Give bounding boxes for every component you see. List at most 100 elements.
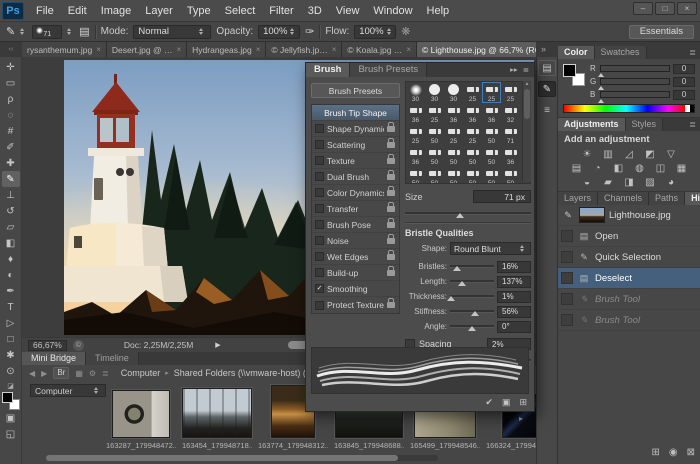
shape-select[interactable]: Round Blunt xyxy=(450,242,531,255)
lock-icon[interactable] xyxy=(387,206,395,212)
brush-tip-cell[interactable]: 50 xyxy=(482,166,501,184)
slider-value-field[interactable]: 16% xyxy=(497,261,531,273)
channel-value-field[interactable]: 0 xyxy=(673,64,695,74)
thumbnail-image[interactable] xyxy=(112,390,170,438)
exposure-icon[interactable]: ◩ xyxy=(642,148,659,161)
history-state-deselect[interactable]: ▤ Deselect xyxy=(558,268,700,289)
close-button[interactable]: × xyxy=(677,2,697,15)
collapsed-panel-icon[interactable]: ▤ xyxy=(538,60,556,76)
settings-gear-icon[interactable]: ⚙ xyxy=(89,369,96,378)
clone-stamp-tool[interactable]: ⊥ xyxy=(2,187,20,203)
brush-tool[interactable]: ✎ xyxy=(2,171,20,187)
breadcrumb-item[interactable]: Shared Folders (\\vmware-host) (Z:)▸ xyxy=(174,368,326,378)
channel-slider-track[interactable] xyxy=(600,91,670,98)
flow-field[interactable]: 100% xyxy=(354,25,396,39)
brush-tip-cell[interactable]: 50 xyxy=(463,166,482,184)
brush-tip-cell[interactable]: 25 xyxy=(501,82,520,103)
brush-tip-cell[interactable]: 50 xyxy=(406,166,425,184)
brush-option-dual-brush[interactable]: Dual Brush xyxy=(312,169,399,185)
new-document-from-state-icon[interactable]: ⊞ xyxy=(651,447,659,458)
brush-option-scattering[interactable]: Scattering xyxy=(312,137,399,153)
opacity-field[interactable]: 100% xyxy=(258,25,300,39)
brush-tip-cell[interactable]: 25 xyxy=(463,124,482,145)
color-spectrum-ramp[interactable] xyxy=(563,104,695,113)
bridge-thumbnail[interactable]: 163287_179948472... xyxy=(106,390,176,450)
channel-value-field[interactable]: 0 xyxy=(673,90,695,100)
document-tab[interactable]: © Lighthouse.jpg @ 66,7% (RGB/8#) * × xyxy=(417,42,536,57)
panel-tab[interactable]: Channels xyxy=(598,192,649,205)
lock-icon[interactable] xyxy=(387,302,395,308)
brush-tip-cell[interactable]: 25 xyxy=(444,124,463,145)
brush-option-texture[interactable]: Texture xyxy=(312,153,399,169)
location-dropdown[interactable]: Computer xyxy=(30,384,106,397)
back-icon[interactable]: ◀ xyxy=(29,369,35,378)
checkbox[interactable] xyxy=(315,156,324,165)
brush-option-protect-texture[interactable]: Protect Texture xyxy=(312,297,399,313)
toggle-brush-panel-icon[interactable]: ▤ xyxy=(79,25,89,38)
menu-item[interactable]: Edit xyxy=(61,0,94,22)
threshold-icon[interactable]: ◨ xyxy=(621,176,638,189)
menu-item[interactable]: Help xyxy=(420,0,457,22)
panel-menu-icon[interactable]: ≣ xyxy=(689,118,700,131)
close-tab-icon[interactable]: × xyxy=(406,45,411,54)
slider-value-field[interactable]: 0° xyxy=(497,321,531,333)
shape-tool[interactable]: □ xyxy=(2,331,20,347)
menu-item[interactable]: File xyxy=(29,0,61,22)
panel-menu-icon[interactable]: ≣ xyxy=(689,46,700,59)
panel-menu-icon[interactable]: ≣ xyxy=(523,63,529,77)
checkbox[interactable] xyxy=(315,284,324,293)
close-tab-icon[interactable]: × xyxy=(176,45,181,54)
panel-tab[interactable]: Layers xyxy=(558,192,598,205)
brush-tip-shape-item[interactable]: Brush Tip Shape xyxy=(312,105,399,121)
scroll-right-icon[interactable]: ▸ xyxy=(519,414,523,423)
zoom-tool[interactable]: ⊙ xyxy=(2,363,20,379)
slider-thumb[interactable] xyxy=(598,70,604,77)
brush-tip-cell[interactable]: 50 xyxy=(482,124,501,145)
history-source-well[interactable] xyxy=(561,230,573,242)
slider-track[interactable] xyxy=(450,265,494,268)
slider-thumb[interactable] xyxy=(458,277,466,286)
lock-icon[interactable] xyxy=(387,142,395,148)
tab-overflow-icon[interactable]: » xyxy=(536,42,551,57)
brush-option-build-up[interactable]: Build-up xyxy=(312,265,399,281)
brush-option-smoothing[interactable]: Smoothing xyxy=(312,281,399,297)
brush-tip-cell[interactable]: 50 xyxy=(425,145,444,166)
lock-icon[interactable] xyxy=(387,222,395,228)
clone-source-panel-icon[interactable]: ≡ xyxy=(538,102,556,118)
lock-icon[interactable] xyxy=(387,270,395,276)
color-balance-icon[interactable]: ◔ xyxy=(589,162,606,175)
panel-tab[interactable]: Swatches xyxy=(595,46,647,59)
vibrance-icon[interactable]: ▽ xyxy=(663,148,680,161)
brush-preset-dropdown-icon[interactable] xyxy=(67,26,74,37)
panel-tab[interactable]: Paths xyxy=(649,192,685,205)
menu-item[interactable]: View xyxy=(329,0,367,22)
brush-tip-cell[interactable]: 36 xyxy=(444,103,463,124)
panel-tab[interactable]: Brush xyxy=(306,63,350,77)
brush-tip-cell[interactable]: 50 xyxy=(425,124,444,145)
brush-tip-cell[interactable]: 50 xyxy=(501,166,520,184)
brush-tip-cell[interactable]: 50 xyxy=(463,145,482,166)
brush-tool-icon[interactable]: ✎ xyxy=(6,25,15,38)
crop-tool[interactable]: # xyxy=(2,123,20,139)
history-snapshot-row[interactable]: ✎ Lighthouse.jpg xyxy=(558,205,700,226)
create-new-brush-icon[interactable]: ⊞ xyxy=(519,397,527,408)
checkbox[interactable] xyxy=(315,204,324,213)
document-tab[interactable]: rysanthemum.jpg × xyxy=(22,42,107,57)
channel-slider-track[interactable] xyxy=(600,78,670,85)
live-tip-preview-icon[interactable]: ✔ xyxy=(485,397,493,408)
brush-tip-cell[interactable]: 32 xyxy=(501,103,520,124)
slider-track[interactable] xyxy=(450,295,494,298)
panel-tab[interactable]: Adjustments xyxy=(558,118,626,131)
scrollbar-thumb[interactable] xyxy=(46,455,398,461)
photo-filter-icon[interactable]: ◍ xyxy=(631,162,648,175)
document-tab[interactable]: Desert.jpg @ … × xyxy=(107,42,187,57)
brush-tip-cell[interactable]: 36 xyxy=(406,103,425,124)
slider-thumb[interactable] xyxy=(471,307,479,316)
slider-thumb[interactable] xyxy=(453,262,461,271)
brush-option-shape-dynamics[interactable]: Shape Dynamics xyxy=(312,121,399,137)
brush-option-noise[interactable]: Noise xyxy=(312,233,399,249)
collapse-panel-icon[interactable]: ▸▸ xyxy=(510,63,518,77)
foreground-color-swatch[interactable] xyxy=(563,64,576,77)
slider-track[interactable] xyxy=(450,310,494,313)
lock-icon[interactable] xyxy=(387,254,395,260)
